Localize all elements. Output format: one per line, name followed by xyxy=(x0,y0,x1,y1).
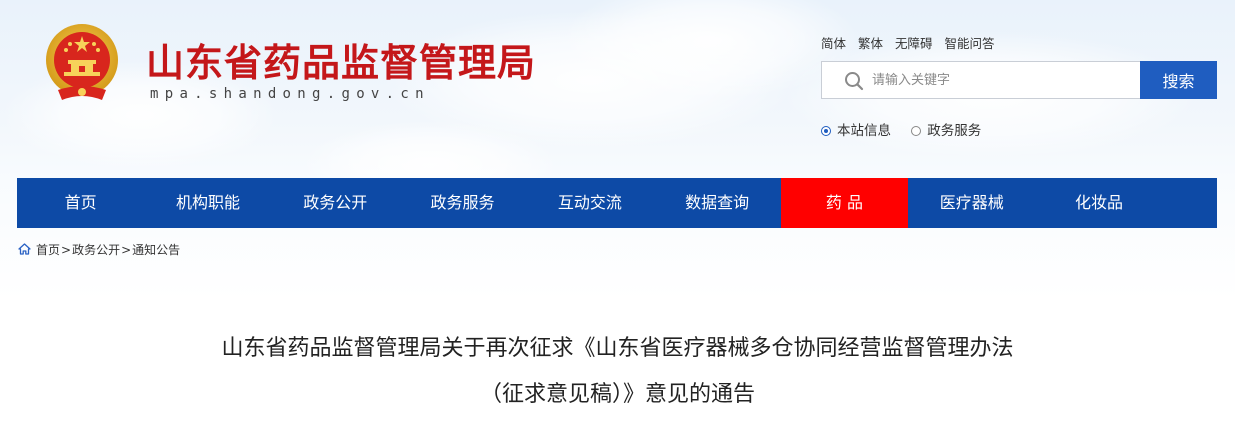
scope-gov-service[interactable]: 政务服务 xyxy=(911,119,981,139)
breadcrumb-gov-open[interactable]: 政务公开 xyxy=(72,243,120,257)
breadcrumb-separator: > xyxy=(121,243,132,257)
search-input[interactable] xyxy=(872,62,1134,98)
scope-site-info[interactable]: 本站信息 xyxy=(821,119,891,139)
utility-links: 简体 繁体 无障碍 智能问答 xyxy=(821,33,1003,52)
traditional-chinese-link[interactable]: 繁体 xyxy=(858,36,883,51)
nav-item-drugs[interactable]: 药 品 xyxy=(780,178,909,228)
nav-item-cosmetics[interactable]: 化妆品 xyxy=(1035,178,1162,228)
radio-unchecked-icon[interactable] xyxy=(911,126,922,136)
breadcrumb-home[interactable]: 首页 xyxy=(36,243,60,257)
search-button[interactable]: 搜索 xyxy=(1140,61,1217,99)
radio-checked-icon[interactable] xyxy=(821,126,831,136)
scope-label: 本站信息 xyxy=(837,123,891,139)
site-title[interactable]: 山东省药品监督管理局 xyxy=(146,32,536,87)
search-icon xyxy=(845,72,864,91)
breadcrumb-notices[interactable]: 通知公告 xyxy=(132,243,180,257)
main-nav: 首页 机构职能 政务公开 政务服务 互动交流 数据查询 药 品 医疗器械 化妆品 xyxy=(17,178,1217,228)
nav-item-gov-open[interactable]: 政务公开 xyxy=(272,178,399,228)
simplified-chinese-link[interactable]: 简体 xyxy=(821,36,846,51)
article-title-line-1: 山东省药品监督管理局关于再次征求《山东省医疗器械多仓协同经营监督管理办法 xyxy=(221,336,1014,361)
article-title-line-2: （征求意见稿）》意见的通告 xyxy=(479,382,755,407)
scope-label: 政务服务 xyxy=(927,123,982,139)
nav-item-gov-service[interactable]: 政务服务 xyxy=(399,178,526,228)
breadcrumb-separator: > xyxy=(61,243,72,257)
search-box xyxy=(821,61,1140,99)
home-icon xyxy=(18,243,31,255)
site-header: 山东省药品监督管理局 mpa.shandong.gov.cn 简体 繁体 无障碍… xyxy=(0,0,1235,178)
nav-item-institution[interactable]: 机构职能 xyxy=(144,178,271,228)
search-scope: 本站信息 政务服务 xyxy=(821,119,981,139)
nav-item-home[interactable]: 首页 xyxy=(17,178,144,228)
nav-item-interaction[interactable]: 互动交流 xyxy=(526,178,653,228)
site-domain: mpa.shandong.gov.cn xyxy=(150,86,430,102)
nav-item-medical-devices[interactable]: 医疗器械 xyxy=(908,178,1035,228)
breadcrumb: 首页>政务公开>通知公告 xyxy=(18,241,180,258)
national-emblem-icon[interactable] xyxy=(44,20,120,106)
nav-item-data-query[interactable]: 数据查询 xyxy=(653,178,780,228)
smart-qa-link[interactable]: 智能问答 xyxy=(945,36,995,51)
accessibility-link[interactable]: 无障碍 xyxy=(895,36,933,51)
article-title: 山东省药品监督管理局关于再次征求《山东省医疗器械多仓协同经营监督管理办法 （征求… xyxy=(0,326,1235,418)
